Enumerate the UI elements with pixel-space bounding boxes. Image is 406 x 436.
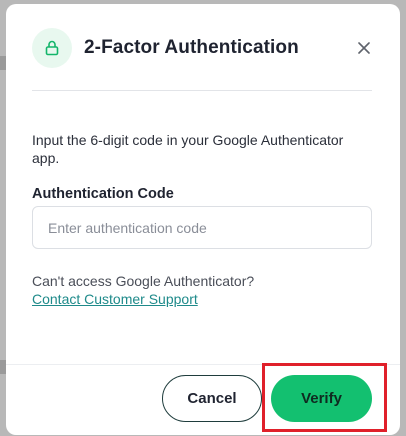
- help-text: Can't access Google Authenticator?: [32, 273, 255, 289]
- two-factor-dialog: 2-Factor Authentication Input the 6-digi…: [6, 4, 400, 435]
- dialog-header: 2-Factor Authentication: [32, 28, 374, 68]
- close-icon: [358, 42, 370, 54]
- lock-icon-badge: [32, 28, 72, 68]
- header-divider: [32, 90, 372, 91]
- contact-support-link[interactable]: Contact Customer Support: [32, 290, 198, 308]
- close-button[interactable]: [352, 36, 376, 60]
- lock-icon: [45, 40, 59, 56]
- authentication-code-label: Authentication Code: [32, 186, 174, 202]
- dialog-title: 2-Factor Authentication: [84, 37, 299, 58]
- verify-button[interactable]: Verify: [271, 375, 372, 422]
- instructions-text: Input the 6-digit code in your Google Au…: [32, 132, 344, 166]
- authentication-code-input[interactable]: [32, 206, 372, 249]
- cancel-button[interactable]: Cancel: [162, 375, 262, 422]
